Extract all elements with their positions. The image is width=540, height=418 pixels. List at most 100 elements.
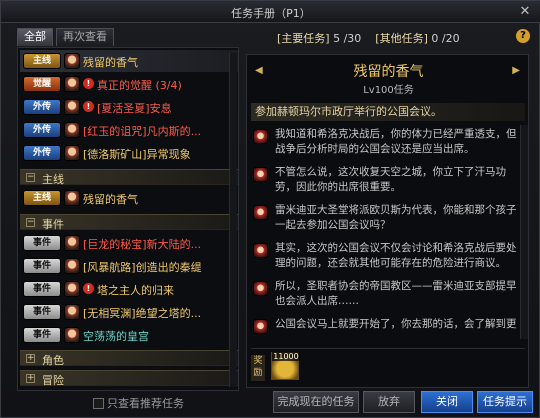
npc-portrait-icon — [253, 319, 268, 334]
side-quest-badge: 外传 — [23, 145, 61, 161]
quest-name: [德洛斯矿山]异常现象 — [83, 148, 191, 161]
npc-avatar-icon — [64, 190, 80, 206]
tab-bar: 全部 再次查看 — [17, 28, 114, 46]
reward-label: 奖励 — [251, 355, 265, 381]
main-count-value: 5 /30 — [333, 32, 362, 45]
quest-count-summary: [主要任务] 5 /30 [其他任务] 0 /20 — [277, 30, 460, 46]
recommended-checkbox[interactable] — [93, 398, 104, 409]
main-quest-badge: 主线 — [23, 190, 61, 206]
quest-level: Lv100任务 — [363, 85, 414, 96]
quest-title: 残留的香气 — [353, 64, 424, 80]
side-quest-badge: 外传 — [23, 99, 61, 115]
quest-list-panel: 主线 残留的香气 觉醒 ! 真正的觉醒 (3/4) 外传 ! [夏活圣夏]安息 … — [17, 47, 239, 391]
other-count-label: [其他任务] — [375, 32, 428, 45]
dialogue-text: 公国会议马上就要开始了，你去那的话，会了解到更 — [275, 318, 517, 330]
npc-avatar-icon — [64, 76, 80, 92]
event-quest-badge: 事件 — [23, 304, 61, 320]
collapse-toggle-icon[interactable]: − — [26, 218, 35, 227]
category-label: 事件 — [42, 218, 64, 231]
quest-name: 塔之主人的归来 — [97, 284, 174, 297]
gold-coin-reward-icon[interactable]: 11000 — [271, 352, 300, 380]
quest-journal-window: 任务手册（P1） ✕ 全部 再次查看 主线 残留的香气 觉醒 ! 真正的觉醒 (… — [0, 0, 540, 418]
npc-avatar-icon — [64, 235, 80, 251]
quest-row[interactable]: 外传 [红玉的诅咒]凡内斯的... — [20, 119, 238, 141]
dialogue-line: 雷米迪亚大圣堂将派欧贝斯为代表，你能和那个孩子一起去参加公国会议吗？ — [253, 203, 521, 239]
quest-row[interactable]: 主线 残留的香气 — [20, 50, 238, 72]
reward-section: 奖励 11000 — [251, 348, 525, 384]
npc-portrait-icon — [253, 167, 268, 182]
main-quest-badge: 主线 — [23, 53, 61, 69]
quest-row[interactable]: 事件 空荡荡的皇宫 — [20, 324, 238, 346]
alert-icon: ! — [83, 101, 94, 112]
quest-name: 残留的香气 — [83, 56, 138, 69]
quest-name: [无相冥渊]绝望之塔的... — [83, 307, 202, 320]
dialogue-line: 公国会议马上就要开始了，你去那的话，会了解到更 — [253, 317, 521, 339]
dialogue-text: 不管怎么说，这次收复天空之城，你立下了汗马功劳，因此你的出席很重要。 — [275, 166, 506, 193]
collapse-toggle-icon[interactable]: − — [26, 173, 35, 182]
window-title: 任务手册（P1） — [231, 7, 311, 20]
quest-name: 残留的香气 — [83, 193, 138, 206]
quest-name: 空荡荡的皇宫 — [83, 330, 149, 343]
close-button[interactable]: 关闭 — [421, 391, 473, 413]
quest-row[interactable]: 外传 [德洛斯矿山]异常现象 — [20, 142, 238, 164]
dialogue-text: 其实，这次的公国会议不仅会讨论和希洛克战后要处理的问题，还会就其他可能存在的危险… — [275, 242, 517, 269]
alert-icon: ! — [83, 283, 94, 294]
expand-toggle-icon[interactable]: + — [26, 354, 35, 363]
help-icon[interactable]: ? — [516, 29, 530, 43]
awakening-quest-badge: 觉醒 — [23, 76, 61, 92]
title-bar[interactable]: 任务手册（P1） ✕ — [1, 1, 540, 23]
quest-row[interactable]: 事件 [巨龙的秘宝]新大陆的... — [20, 232, 238, 254]
quest-name: [风暴航路]创造出的秦缇 — [83, 261, 202, 274]
npc-portrait-icon — [253, 243, 268, 258]
reward-quantity: 11000 — [272, 352, 300, 361]
category-adventure[interactable]: + 冒险 — [20, 370, 238, 387]
npc-avatar-icon — [64, 145, 80, 161]
quest-name: [夏活圣夏]安息 — [97, 102, 172, 115]
quest-row[interactable]: 事件 ! 塔之主人的归来 — [20, 278, 238, 300]
dialogue-text: 我知道和希洛克决战后，你的体力已经严重透支，但战争后分析时局的公国会议还是应当出… — [275, 128, 517, 155]
tab-review[interactable]: 再次查看 — [56, 28, 114, 46]
quest-row[interactable]: 事件 [无相冥渊]绝望之塔的... — [20, 301, 238, 323]
quest-hint-button[interactable]: 任务提示 — [477, 391, 533, 413]
category-label: 角色 — [42, 354, 64, 367]
category-role[interactable]: + 角色 — [20, 350, 238, 367]
abandon-quest-button[interactable]: 放弃 — [363, 391, 415, 413]
npc-avatar-icon — [64, 99, 80, 115]
category-event[interactable]: − 事件 — [20, 214, 238, 231]
dialogue-scrollbar[interactable] — [520, 125, 528, 339]
category-label: 冒险 — [42, 374, 64, 387]
npc-avatar-icon — [64, 281, 80, 297]
quest-row[interactable]: 觉醒 ! 真正的觉醒 (3/4) — [20, 73, 238, 95]
side-quest-badge: 外传 — [23, 122, 61, 138]
other-count-value: 0 /20 — [431, 32, 460, 45]
category-main[interactable]: − 主线 — [20, 169, 238, 186]
event-quest-badge: 事件 — [23, 258, 61, 274]
quest-name: [巨龙的秘宝]新大陆的... — [83, 238, 202, 251]
quest-list-scrollbar[interactable] — [229, 53, 237, 387]
npc-portrait-icon — [253, 129, 268, 144]
quest-name: 真正的觉醒 (3/4) — [97, 79, 182, 92]
event-quest-badge: 事件 — [23, 281, 61, 297]
main-count-label: [主要任务] — [277, 32, 330, 45]
tab-all[interactable]: 全部 — [17, 28, 53, 46]
expand-toggle-icon[interactable]: + — [26, 374, 35, 383]
dialogue-text: 雷米迪亚大圣堂将派欧贝斯为代表，你能和那个孩子一起去参加公国会议吗？ — [275, 204, 517, 231]
complete-quest-button[interactable]: 完成现在的任务 — [273, 391, 359, 413]
recommended-filter[interactable]: 只查看推荐任务 — [93, 395, 184, 410]
event-quest-badge: 事件 — [23, 327, 61, 343]
dialogue-line: 我知道和希洛克决战后，你的体力已经严重透支，但战争后分析时局的公国会议还是应当出… — [253, 127, 521, 163]
npc-avatar-icon — [64, 327, 80, 343]
dialogue-line: 不管怎么说，这次收复天空之城，你立下了汗马功劳，因此你的出席很重要。 — [253, 165, 521, 201]
close-icon[interactable]: ✕ — [517, 4, 533, 20]
npc-portrait-icon — [253, 281, 268, 296]
recommended-filter-label: 只查看推荐任务 — [107, 397, 184, 410]
quest-name: [红玉的诅咒]凡内斯的... — [83, 125, 202, 138]
dialogue-line: 其实，这次的公国会议不仅会讨论和希洛克战后要处理的问题，还会就其他可能存在的危险… — [253, 241, 521, 277]
quest-row[interactable]: 外传 ! [夏活圣夏]安息 — [20, 96, 238, 118]
dialogue-line: 所以，圣职者协会的帝国教区——雷米迪亚支部提早也会派人出席…… — [253, 279, 521, 315]
quest-row[interactable]: 事件 [风暴航路]创造出的秦缇 — [20, 255, 238, 277]
event-quest-badge: 事件 — [23, 235, 61, 251]
alert-icon: ! — [83, 78, 94, 89]
npc-avatar-icon — [64, 122, 80, 138]
quest-row[interactable]: 主线 残留的香气 — [20, 187, 238, 209]
